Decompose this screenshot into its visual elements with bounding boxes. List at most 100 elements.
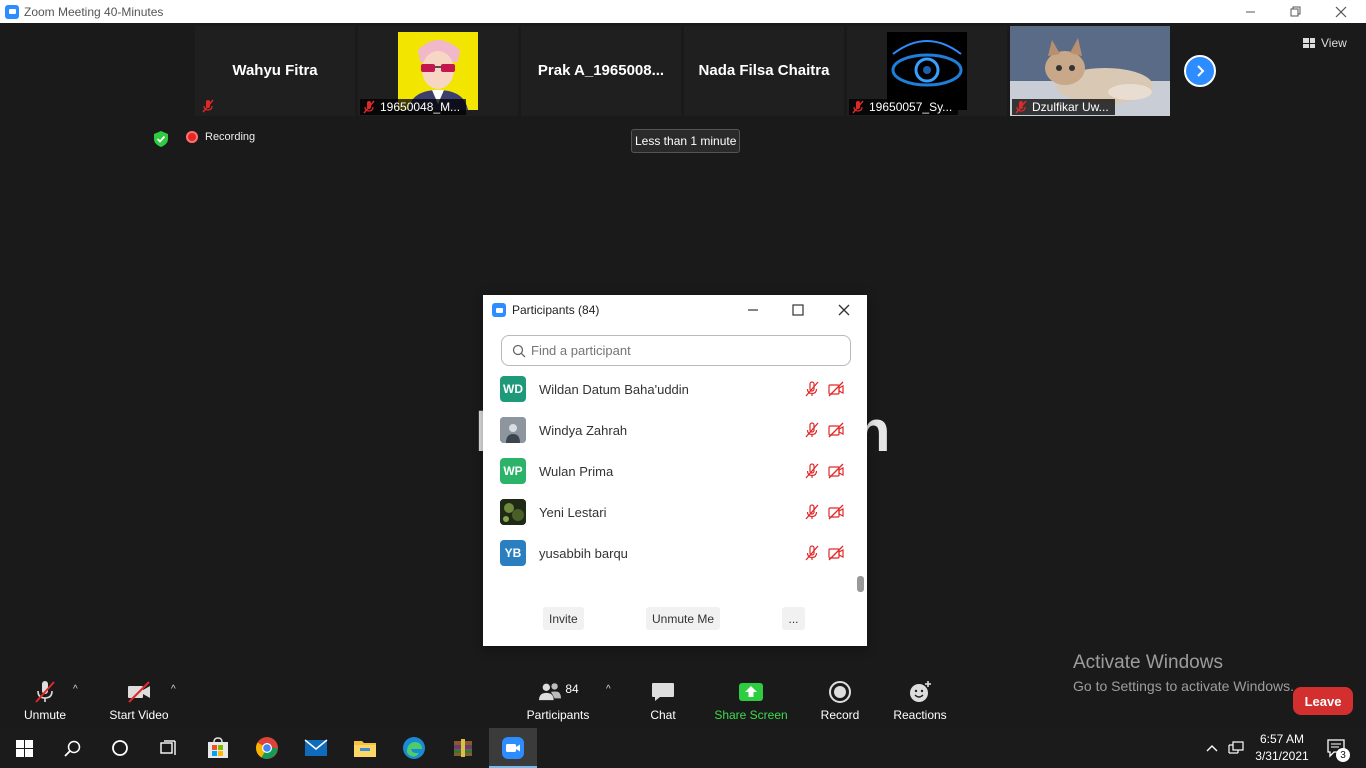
participants-icon: [539, 683, 562, 701]
video-off-icon[interactable]: [828, 381, 844, 397]
recording-dot-icon: [186, 131, 198, 143]
network-status-button[interactable]: [1226, 728, 1248, 768]
unmute-me-button[interactable]: Unmute Me: [646, 607, 721, 630]
video-tile-prak-a[interactable]: Prak A_1965008...: [521, 26, 681, 116]
more-options-button[interactable]: ...: [782, 607, 805, 630]
next-page-button[interactable]: [1184, 55, 1216, 87]
profile-photo-icon: [500, 499, 526, 525]
participant-name: Yeni Lestari: [539, 504, 607, 520]
audio-options-caret-icon[interactable]: ^: [73, 684, 78, 695]
close-button[interactable]: [1318, 0, 1364, 23]
avatar: [500, 499, 526, 525]
participant-label: Dzulfikar Uw...: [1012, 99, 1115, 115]
maximize-icon: [792, 304, 804, 316]
participants-options-caret-icon[interactable]: ^: [606, 684, 611, 695]
participant-name: Windya Zahrah: [539, 422, 628, 438]
video-tile-dzulfikar[interactable]: Dzulfikar Uw...: [1010, 26, 1170, 116]
participants-count: 84: [565, 682, 579, 696]
cortana-button[interactable]: [96, 728, 144, 768]
task-view-button[interactable]: [144, 728, 192, 768]
security-shield-icon[interactable]: [152, 130, 170, 148]
taskbar-clock[interactable]: 6:57 AM 3/31/2021: [1252, 731, 1312, 765]
taskbar-search-button[interactable]: [48, 728, 96, 768]
participant-label: 19650057_Sy...: [849, 99, 959, 115]
window-title: Zoom Meeting 40-Minutes: [24, 4, 164, 19]
mic-muted-icon[interactable]: [804, 463, 820, 479]
mic-muted-icon[interactable]: [804, 545, 820, 561]
taskbar-winrar-app[interactable]: [439, 728, 487, 768]
leave-button[interactable]: Leave: [1293, 687, 1353, 715]
video-off-icon[interactable]: [828, 545, 844, 561]
mic-muted-icon[interactable]: [804, 422, 820, 438]
show-hidden-icons-button[interactable]: [1202, 728, 1222, 768]
taskbar-edge-app[interactable]: [390, 728, 438, 768]
participants-button[interactable]: 84 Participants: [527, 680, 590, 722]
participant-list-scrollbar[interactable]: [857, 576, 864, 592]
video-tile-wahyu[interactable]: Wahyu Fitra: [195, 26, 355, 116]
clock-time: 6:57 AM: [1259, 732, 1305, 746]
winrar-icon: [454, 739, 472, 757]
reactions-button[interactable]: Reactions: [893, 680, 947, 722]
mic-muted-icon[interactable]: [804, 381, 820, 397]
action-center-button[interactable]: 3: [1322, 728, 1350, 768]
participants-title: Participants (84): [512, 303, 600, 317]
mic-muted-icon[interactable]: [804, 504, 820, 520]
cortana-icon: [112, 740, 128, 756]
taskbar-mail-app[interactable]: [292, 728, 340, 768]
zoom-icon: [502, 737, 524, 759]
share-screen-icon: [739, 683, 763, 701]
panel-minimize-button[interactable]: [742, 299, 764, 321]
video-options-caret-icon[interactable]: ^: [171, 684, 176, 695]
view-button[interactable]: View: [1303, 32, 1347, 54]
notification-count-badge: 3: [1336, 748, 1350, 762]
participant-name: yusabbih barqu: [539, 545, 628, 561]
start-button[interactable]: [0, 728, 48, 768]
close-icon: [1335, 6, 1347, 17]
taskbar-zoom-app[interactable]: [489, 728, 537, 768]
participant-row[interactable]: Yeni Lestari: [500, 499, 850, 525]
participants-panel: Participants (84) WD Wildan Datum Baha'u…: [483, 295, 867, 646]
participant-row[interactable]: WP Wulan Prima: [500, 458, 850, 484]
mic-muted-icon: [35, 681, 55, 703]
grid-view-icon: [1303, 38, 1315, 48]
search-icon: [512, 344, 526, 357]
restore-button[interactable]: [1272, 0, 1318, 23]
participant-row[interactable]: WD Wildan Datum Baha'uddin: [500, 376, 850, 402]
participant-name: Wulan Prima: [539, 463, 614, 479]
record-button[interactable]: Record: [820, 680, 860, 722]
share-screen-button[interactable]: Share Screen: [714, 680, 788, 722]
participant-search[interactable]: [501, 335, 851, 366]
participant-label-text: 19650048_M...: [380, 100, 461, 114]
close-icon: [838, 304, 850, 316]
zoom-app-icon: [492, 303, 506, 317]
start-video-button[interactable]: Start Video: [108, 680, 170, 722]
panel-maximize-button[interactable]: [787, 299, 809, 321]
video-tile-19650057[interactable]: 19650057_Sy...: [847, 26, 1007, 116]
recording-indicator[interactable]: Recording: [186, 131, 255, 143]
chat-button[interactable]: Chat: [648, 680, 678, 722]
participant-name: Wahyu Fitra: [232, 62, 318, 79]
participant-label: 19650048_M...: [360, 99, 467, 115]
video-off-icon[interactable]: [828, 422, 844, 438]
participant-row[interactable]: Windya Zahrah: [500, 417, 850, 443]
avatar: YB: [500, 540, 526, 566]
video-tile-nada[interactable]: Nada Filsa Chaitra: [684, 26, 844, 116]
unmute-button[interactable]: Unmute: [22, 680, 68, 722]
microsoft-store-icon: [208, 737, 228, 758]
avatar: WP: [500, 458, 526, 484]
taskbar-chrome-app[interactable]: [243, 728, 291, 768]
ethernet-network-icon: [1228, 741, 1244, 754]
panel-close-button[interactable]: [833, 299, 855, 321]
video-off-icon[interactable]: [828, 463, 844, 479]
video-off-icon[interactable]: [828, 504, 844, 520]
participant-search-input[interactable]: [531, 343, 831, 358]
invite-button[interactable]: Invite: [543, 607, 584, 630]
taskbar-store-app[interactable]: [194, 728, 242, 768]
video-tile-19650048[interactable]: 19650048_M...: [358, 26, 518, 116]
minimize-button[interactable]: [1227, 0, 1273, 23]
participant-name: Nada Filsa Chaitra: [698, 62, 830, 79]
taskbar-file-explorer-app[interactable]: [341, 728, 389, 768]
participant-row[interactable]: YB yusabbih barqu: [500, 540, 850, 566]
search-icon: [63, 740, 80, 757]
participant-name: Wildan Datum Baha'uddin: [539, 381, 689, 397]
